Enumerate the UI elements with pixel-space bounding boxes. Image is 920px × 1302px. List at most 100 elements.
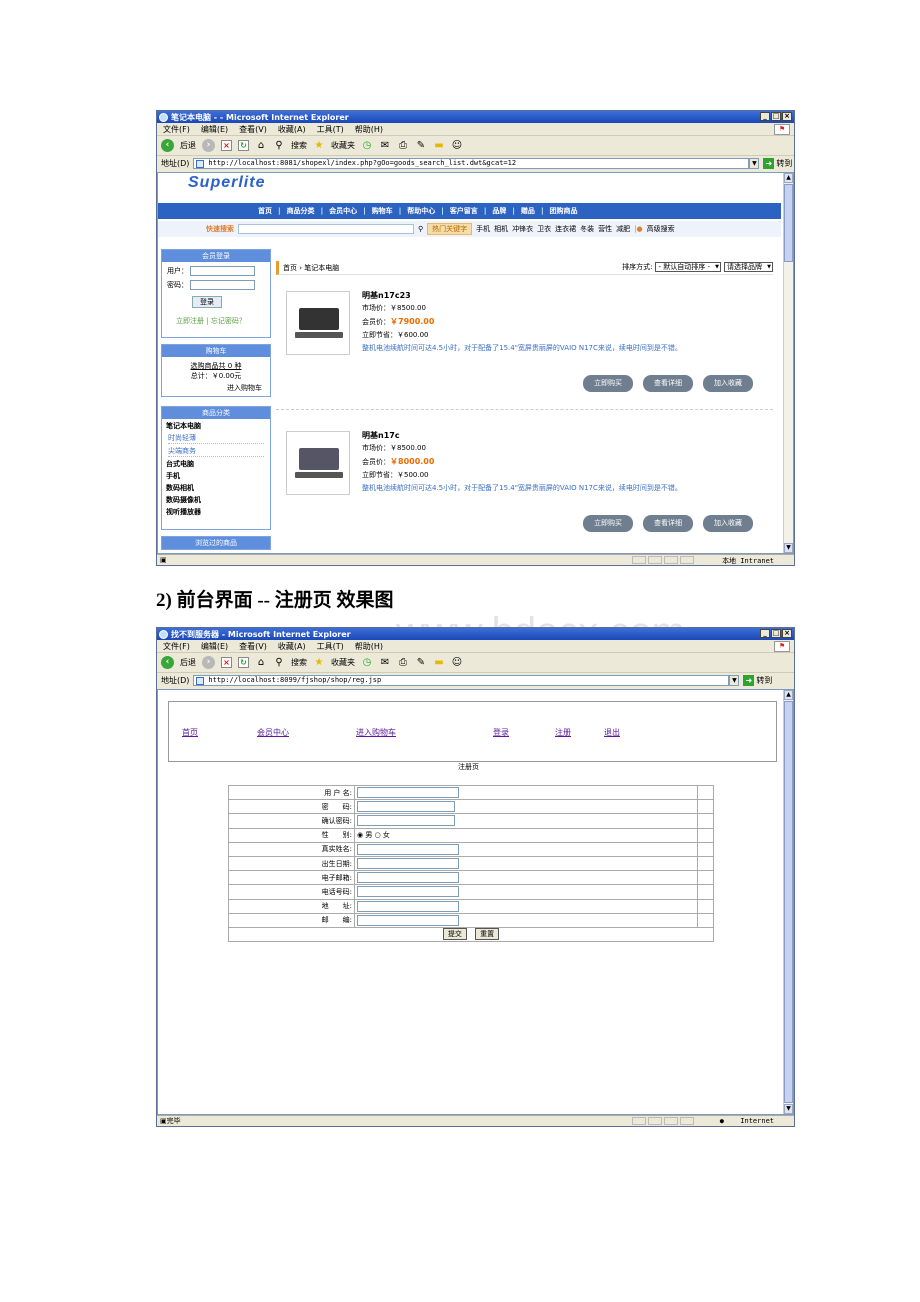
menu-help[interactable]: 帮助(H) — [355, 641, 383, 652]
cart-items-link[interactable]: 选购商品共 0 种 — [162, 361, 270, 371]
category-item[interactable]: 数码摄像机 — [166, 495, 266, 505]
back-label[interactable]: 后退 — [180, 140, 196, 151]
product-name[interactable]: 明基n17c — [362, 429, 682, 442]
messenger-icon[interactable]: ☺ — [451, 657, 463, 669]
reset-button[interactable]: 重置 — [475, 928, 500, 941]
breadcrumb[interactable]: 首页 › 笔记本电脑 — [283, 263, 339, 273]
minimize-button[interactable]: _ — [760, 629, 770, 638]
product-image[interactable] — [286, 431, 350, 495]
keyword-link[interactable]: 营性 — [598, 224, 612, 234]
refresh-icon[interactable]: ↻ — [238, 657, 249, 668]
nav-logout-link[interactable]: 退出 — [604, 727, 620, 738]
home-icon[interactable]: ⌂ — [255, 140, 267, 152]
menu-file[interactable]: 文件(F) — [163, 124, 190, 135]
nav-home[interactable]: 首页 — [258, 206, 272, 216]
nav-help[interactable]: 帮助中心 — [407, 206, 435, 216]
folder-icon[interactable]: ▬ — [433, 140, 445, 152]
search-icon[interactable]: ⚲ — [273, 657, 285, 669]
view-details-button[interactable]: 查看详细 — [643, 515, 693, 532]
category-item[interactable]: 视听播放器 — [166, 507, 266, 517]
minimize-button[interactable]: _ — [760, 112, 770, 121]
nav-member[interactable]: 会员中心 — [329, 206, 357, 216]
folder-icon[interactable]: ▬ — [433, 657, 445, 669]
phone-input[interactable] — [357, 886, 459, 898]
subcategory-item[interactable]: 时尚轻薄 — [168, 433, 264, 444]
keyword-link[interactable]: 冲锋衣 — [512, 224, 533, 234]
edit-icon[interactable]: ✎ — [415, 140, 427, 152]
close-button[interactable]: × — [782, 629, 792, 638]
enter-cart-link[interactable]: 进入购物车 — [162, 383, 262, 393]
close-button[interactable]: × — [782, 112, 792, 121]
buy-now-button[interactable]: 立即购买 — [583, 375, 633, 392]
back-icon[interactable]: ‹ — [161, 139, 174, 152]
print-icon[interactable]: ⎙ — [397, 140, 409, 152]
vertical-scrollbar[interactable]: ▲ ▼ — [783, 690, 793, 1114]
login-button[interactable]: 登录 — [192, 296, 222, 308]
category-item[interactable]: 数码相机 — [166, 483, 266, 493]
messenger-icon[interactable]: ☺ — [451, 140, 463, 152]
menu-favorites[interactable]: 收藏(A) — [278, 124, 306, 135]
history-icon[interactable]: ◷ — [361, 140, 373, 152]
maximize-button[interactable]: □ — [771, 112, 781, 121]
nav-login-link[interactable]: 登录 — [493, 727, 509, 738]
nav-cart-link[interactable]: 进入购物车 — [356, 727, 396, 738]
scroll-up-icon[interactable]: ▲ — [784, 690, 793, 700]
nav-register-link[interactable]: 注册 — [555, 727, 571, 738]
menu-favorites[interactable]: 收藏(A) — [278, 641, 306, 652]
category-item[interactable]: 手机 — [166, 471, 266, 481]
menu-tools[interactable]: 工具(T) — [317, 641, 344, 652]
gender-male-radio[interactable]: ◉ — [357, 831, 363, 839]
scroll-down-icon[interactable]: ▼ — [784, 543, 793, 553]
history-icon[interactable]: ◷ — [361, 657, 373, 669]
mail-icon[interactable]: ✉ — [379, 140, 391, 152]
forward-icon[interactable]: › — [202, 656, 215, 669]
add-favorite-button[interactable]: 加入收藏 — [703, 515, 753, 532]
brand-select[interactable]: 请选择品牌 — [724, 262, 773, 272]
favorites-star-icon[interactable]: ★ — [313, 657, 325, 669]
birthdate-input[interactable] — [357, 858, 459, 870]
scroll-down-icon[interactable]: ▼ — [784, 1104, 793, 1114]
gender-female-radio[interactable]: ○ — [375, 831, 381, 839]
advanced-search-link[interactable]: 高级搜索 — [647, 224, 675, 234]
nav-gifts[interactable]: 赠品 — [521, 206, 535, 216]
menu-view[interactable]: 查看(V) — [239, 124, 267, 135]
scroll-thumb[interactable] — [784, 701, 793, 1103]
nav-categories[interactable]: 商品分类 — [287, 206, 315, 216]
subcategory-item[interactable]: 尖端商务 — [168, 446, 264, 457]
scroll-up-icon[interactable]: ▲ — [784, 173, 793, 183]
keyword-link[interactable]: 冬装 — [580, 224, 594, 234]
username-input[interactable] — [357, 787, 459, 799]
favorites-star-icon[interactable]: ★ — [313, 140, 325, 152]
nav-cart[interactable]: 购物车 — [372, 206, 393, 216]
search-label[interactable]: 搜索 — [291, 657, 307, 668]
go-button[interactable]: ➜ 转到 — [743, 675, 772, 686]
product-name[interactable]: 明基n17c23 — [362, 289, 682, 302]
email-input[interactable] — [357, 872, 459, 884]
print-icon[interactable]: ⎙ — [397, 657, 409, 669]
confirm-password-input[interactable] — [357, 815, 455, 827]
scroll-thumb[interactable] — [784, 184, 793, 262]
nav-brands[interactable]: 品牌 — [492, 206, 506, 216]
stop-icon[interactable]: × — [221, 657, 232, 668]
site-logo[interactable]: Superlite — [188, 174, 265, 192]
password-input[interactable] — [190, 280, 255, 290]
category-item[interactable]: 台式电脑 — [166, 459, 266, 469]
keyword-link[interactable]: 连衣裙 — [555, 224, 576, 234]
refresh-icon[interactable]: ↻ — [238, 140, 249, 151]
add-favorite-button[interactable]: 加入收藏 — [703, 375, 753, 392]
address-input[interactable]: http://localhost:8099/fjshop/shop/reg.js… — [193, 675, 730, 686]
edit-icon[interactable]: ✎ — [415, 657, 427, 669]
nav-home-link[interactable]: 首页 — [182, 727, 198, 738]
keyword-link[interactable]: 卫衣 — [537, 224, 551, 234]
address-input[interactable] — [357, 900, 459, 912]
nav-groupbuy[interactable]: 团购商品 — [550, 206, 578, 216]
zipcode-input[interactable] — [357, 914, 459, 926]
back-icon[interactable]: ‹ — [161, 656, 174, 669]
go-button[interactable]: ➜ 转到 — [763, 158, 792, 169]
buy-now-button[interactable]: 立即购买 — [583, 515, 633, 532]
search-icon[interactable]: ⚲ — [273, 140, 285, 152]
keyword-link[interactable]: 手机 — [476, 224, 490, 234]
submit-button[interactable]: 提交 — [442, 928, 467, 941]
forgot-password-link[interactable]: 忘记密码？ — [211, 317, 246, 325]
view-details-button[interactable]: 查看详细 — [643, 375, 693, 392]
